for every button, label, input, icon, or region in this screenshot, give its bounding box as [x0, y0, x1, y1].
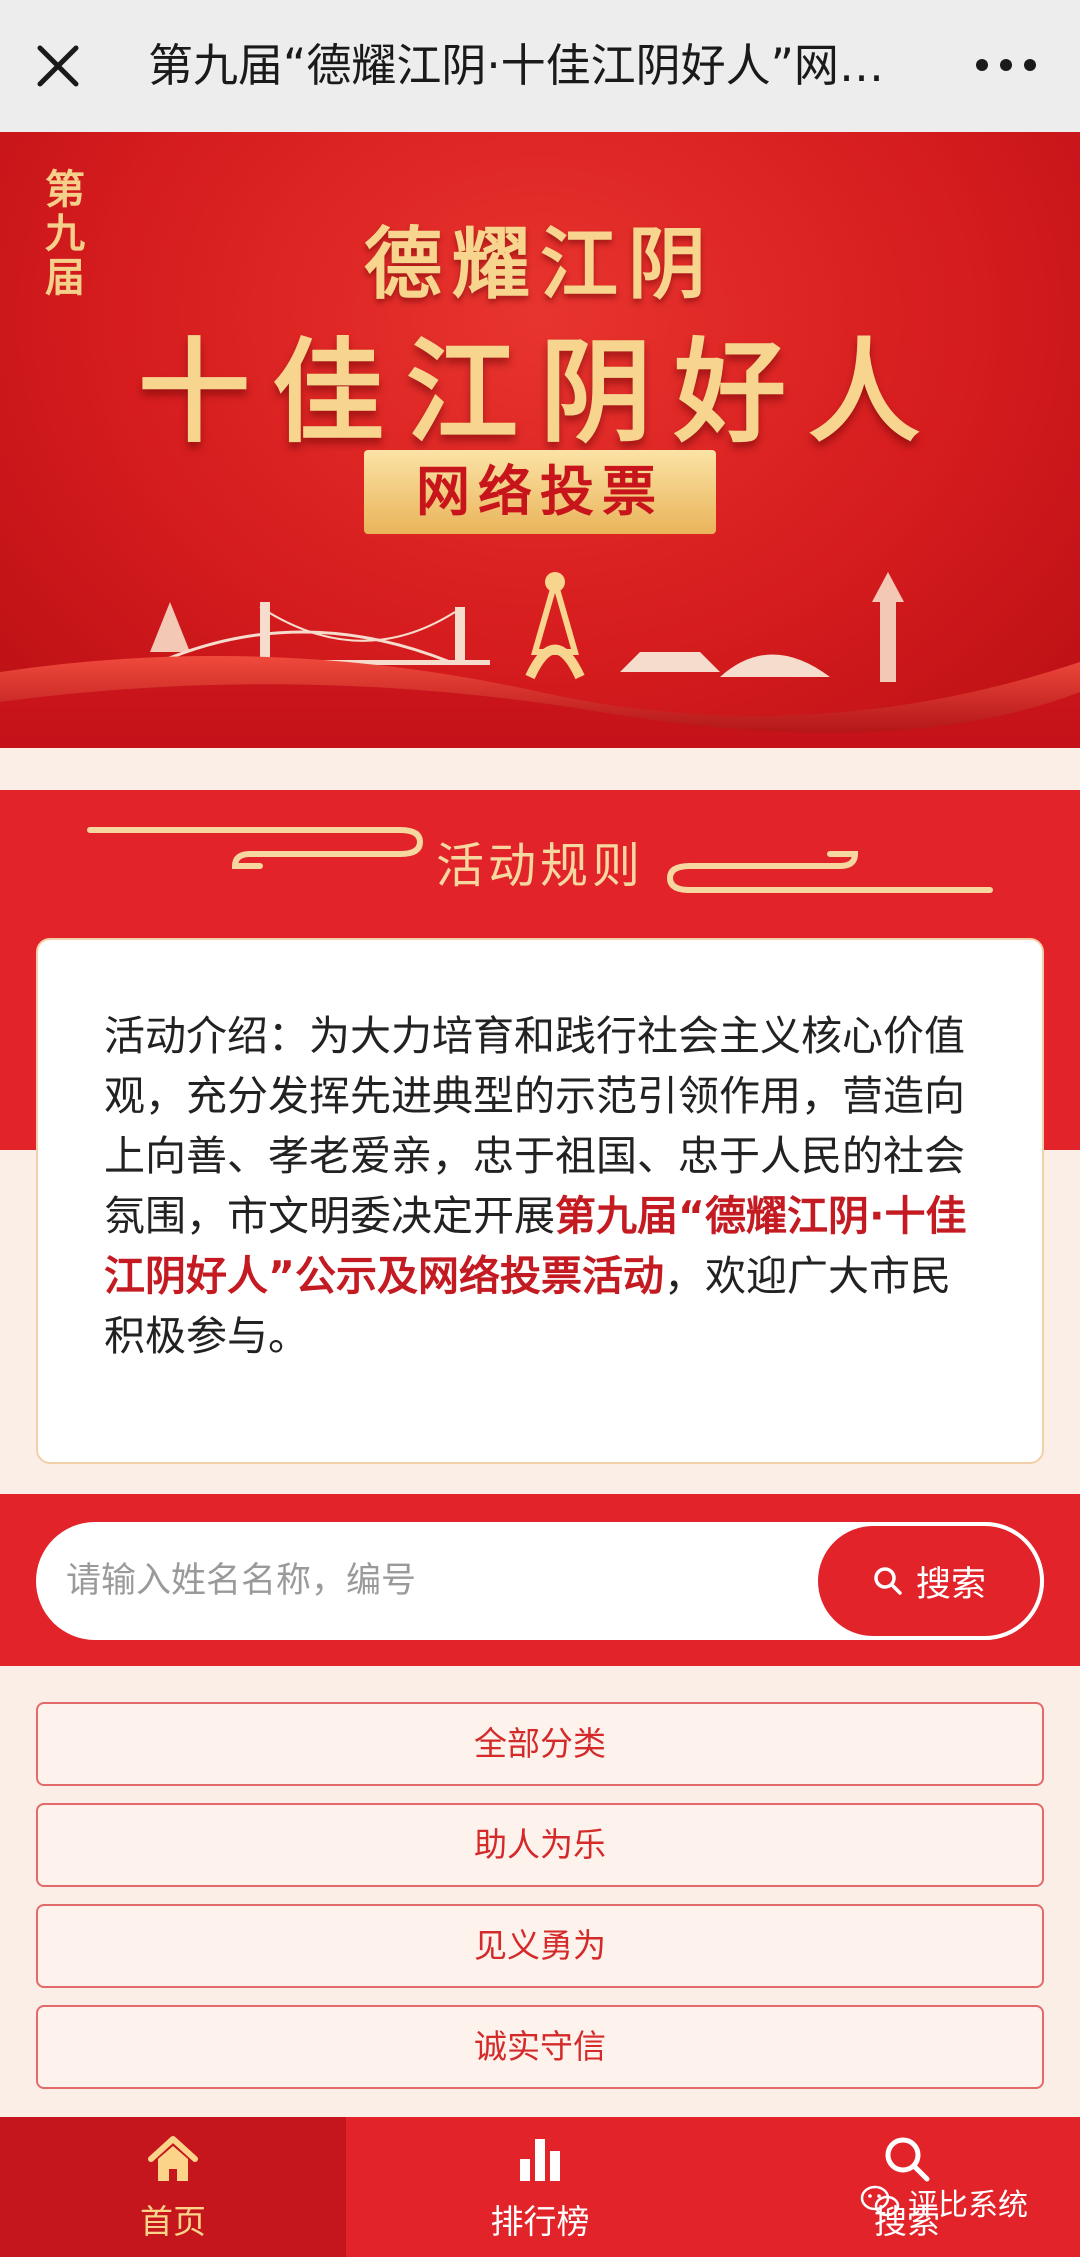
category-all[interactable]: 全部分类 — [36, 1702, 1044, 1786]
search-input[interactable] — [66, 1522, 826, 1640]
category-bravery[interactable]: 见义勇为 — [36, 1904, 1044, 1988]
page-title: 第九届“德耀江阴·十佳江阴好人”网络… — [148, 39, 928, 92]
wechat-icon — [860, 2185, 900, 2217]
hero-banner: 第九届 德耀江阴 十佳江阴好人 网络投票 — [0, 132, 1080, 748]
tab-home[interactable]: 首页 — [0, 2117, 346, 2257]
search-button-label: 搜索 — [915, 1564, 986, 1605]
close-icon[interactable] — [28, 36, 88, 96]
tab-ranking-label: 排行榜 — [490, 2202, 590, 2241]
category-honesty[interactable]: 诚实守信 — [36, 2005, 1044, 2089]
watermark-label: 评比系统 — [908, 2188, 1028, 2223]
tab-ranking[interactable]: 排行榜 — [367, 2117, 713, 2257]
bar-chart-icon — [520, 2139, 560, 2181]
tab-home-label: 首页 — [140, 2202, 206, 2241]
title-bar: 第九届“德耀江阴·十佳江阴好人”网络… — [0, 0, 1080, 132]
banner-title-line2: 十佳江阴好人 — [138, 328, 942, 458]
more-options-icon[interactable] — [976, 50, 1036, 80]
search-icon — [874, 1567, 902, 1595]
search-button[interactable]: 搜索 — [814, 1522, 1044, 1640]
home-icon — [148, 2136, 198, 2181]
search-box: 搜索 — [36, 1522, 1044, 1640]
search-icon — [885, 2137, 930, 2182]
city-skyline-illustration — [0, 571, 1080, 748]
banner-title-line1: 德耀江阴 — [363, 219, 716, 310]
source-watermark: 评比系统 — [860, 2180, 1028, 2224]
banner-badge: 网络投票 — [364, 450, 716, 534]
rules-title: 活动规则 — [435, 838, 644, 894]
rules-description-card: 活动介绍：为大力培育和践行社会主义核心价值观，充分发挥先进典型的示范引领作用，营… — [36, 938, 1044, 1464]
category-helping-others[interactable]: 助人为乐 — [36, 1803, 1044, 1887]
